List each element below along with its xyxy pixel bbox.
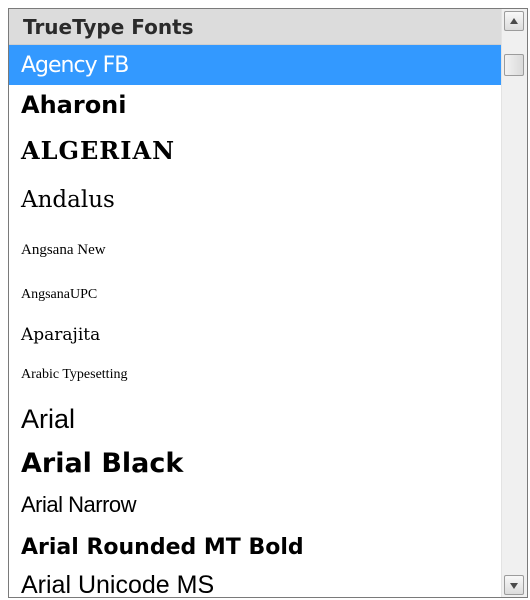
font-item-arial-unicode-ms[interactable]: Arial Unicode MS (9, 567, 501, 598)
scrollbar-thumb[interactable] (504, 54, 524, 76)
font-item-agency-fb[interactable]: Agency FB (9, 45, 501, 85)
vertical-scrollbar[interactable] (501, 9, 527, 597)
scroll-down-button[interactable] (504, 575, 524, 595)
font-item-angsanaupc[interactable]: AngsanaUPC (9, 275, 501, 315)
font-item-arial-black[interactable]: Arial Black (9, 443, 501, 483)
chevron-down-icon (510, 583, 518, 589)
font-item-algerian[interactable]: ALGERIAN (9, 125, 501, 175)
font-item-aharoni[interactable]: Aharoni (9, 85, 501, 125)
group-header-truetype: TrueType Fonts (9, 9, 501, 45)
chevron-up-icon (510, 18, 518, 24)
font-item-arial-narrow[interactable]: Arial Narrow (9, 483, 501, 527)
scroll-up-button[interactable] (504, 11, 524, 31)
font-list[interactable]: TrueType Fonts Agency FB Aharoni ALGERIA… (9, 9, 501, 597)
font-item-arial[interactable]: Arial (9, 395, 501, 443)
font-item-arabic-typesetting[interactable]: Arabic Typesetting (9, 355, 501, 395)
font-item-andalus[interactable]: Andalus (9, 175, 501, 225)
font-item-aparajita[interactable]: Aparajita (9, 315, 501, 355)
font-item-angsana-new[interactable]: Angsana New (9, 225, 501, 275)
font-item-arial-rounded-mt-bold[interactable]: Arial Rounded MT Bold (9, 527, 501, 567)
font-list-box[interactable]: TrueType Fonts Agency FB Aharoni ALGERIA… (8, 8, 528, 598)
